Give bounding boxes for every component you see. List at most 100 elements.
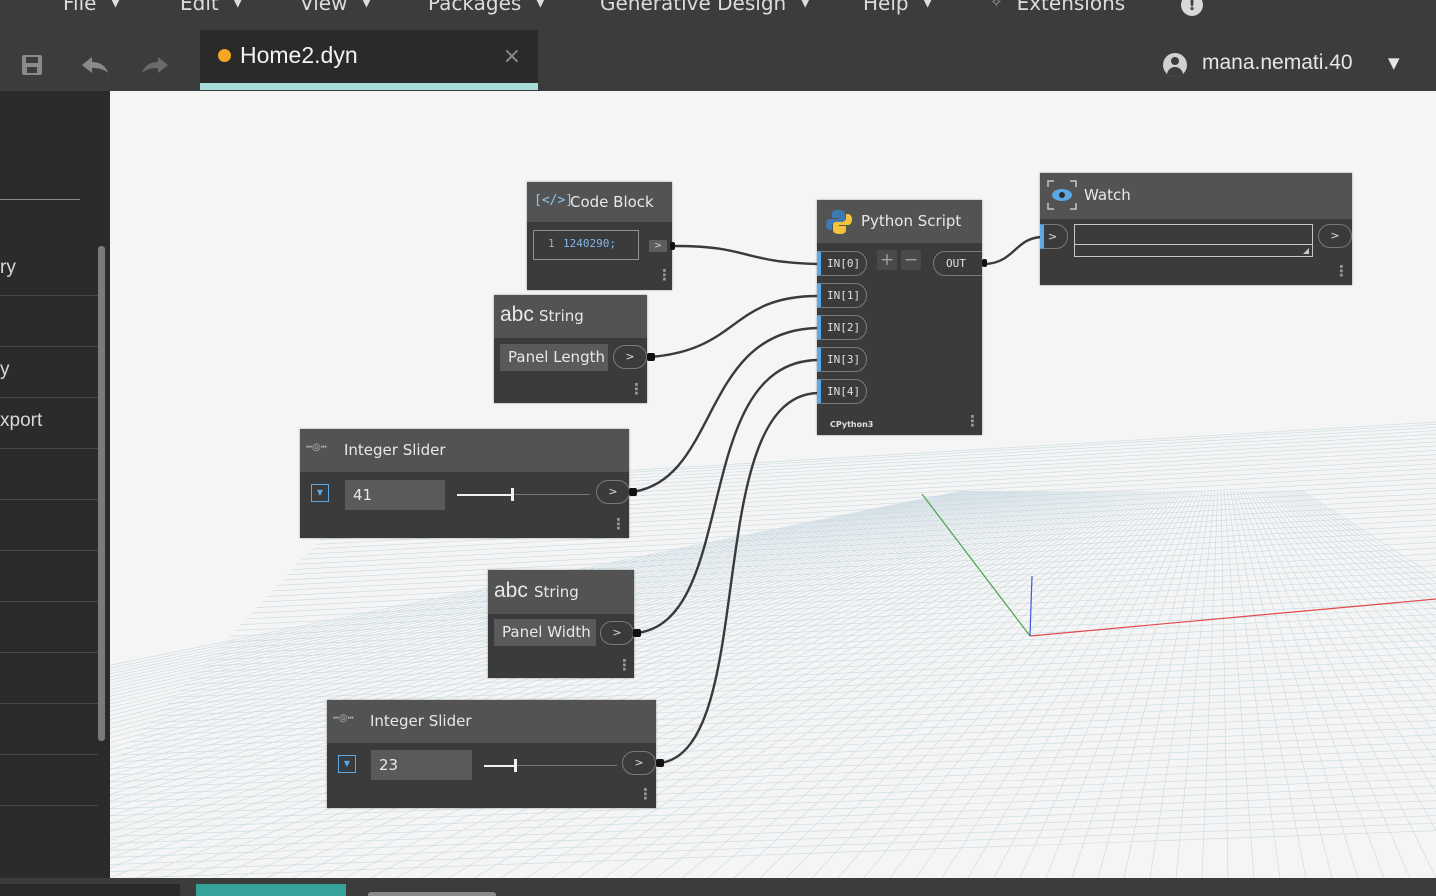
- node-header[interactable]: abc String: [494, 295, 647, 338]
- slider-thumb[interactable]: [511, 488, 514, 501]
- slider-track[interactable]: [484, 759, 617, 772]
- input-port-in3[interactable]: IN[3]: [817, 347, 867, 372]
- sidebar-item[interactable]: [0, 500, 98, 551]
- string-node-panel-width[interactable]: abc String Panel Width > ⋮: [488, 570, 641, 678]
- sidebar-item[interactable]: y: [0, 347, 98, 398]
- node-menu-icon[interactable]: ⋮: [1334, 262, 1349, 280]
- watch-output-display: [1074, 224, 1313, 257]
- watch-node[interactable]: Watch > > ⋮: [1040, 173, 1352, 285]
- output-connector[interactable]: [656, 759, 664, 767]
- chevron-down-icon: ▼: [232, 0, 243, 10]
- string-node-panel-length[interactable]: abc String Panel Length > ⋮: [494, 295, 655, 403]
- slider-value-input[interactable]: 41: [345, 480, 445, 510]
- code-block-node[interactable]: [</>] Code Block 1 1240290; > ⋮: [527, 182, 675, 290]
- node-header[interactable]: ┅◎┅ Integer Slider: [300, 429, 629, 472]
- user-icon[interactable]: [1163, 53, 1187, 77]
- redo-icon[interactable]: [140, 53, 170, 83]
- output-connector[interactable]: [647, 353, 655, 361]
- slider-icon: ┅◎┅: [306, 442, 327, 453]
- code-text: 1240290;: [563, 237, 616, 250]
- slider-value-input[interactable]: 23: [371, 750, 472, 780]
- output-connector[interactable]: [982, 259, 987, 267]
- menu-help-label: Help: [863, 0, 909, 15]
- sidebar-item[interactable]: [0, 449, 98, 500]
- node-header[interactable]: ┅◎┅ Integer Slider: [327, 700, 656, 743]
- menu-packages-label: Packages: [428, 0, 522, 15]
- sidebar-item[interactable]: [0, 653, 98, 704]
- menu-edit-label: Edit: [180, 0, 219, 15]
- user-name[interactable]: mana.nemati.40: [1202, 51, 1353, 75]
- sidebar-scrollbar[interactable]: [98, 246, 105, 741]
- sidebar-item[interactable]: [0, 755, 98, 806]
- menu-file[interactable]: File ▼: [63, 0, 120, 15]
- input-port-in1[interactable]: IN[1]: [817, 283, 867, 308]
- output-port[interactable]: >: [596, 480, 630, 504]
- output-connector[interactable]: [633, 629, 641, 637]
- expand-icon[interactable]: ▼: [338, 755, 356, 773]
- code-editor[interactable]: 1 1240290;: [533, 230, 639, 260]
- output-connector[interactable]: [629, 488, 637, 496]
- node-menu-icon[interactable]: ⋮: [617, 656, 632, 674]
- output-port[interactable]: >: [600, 621, 634, 645]
- run-button[interactable]: [196, 884, 346, 896]
- input-port-in4[interactable]: IN[4]: [817, 379, 867, 404]
- input-port-in2[interactable]: IN[2]: [817, 315, 867, 340]
- node-menu-icon[interactable]: ⋮: [657, 266, 672, 284]
- node-menu-icon[interactable]: ⋮: [638, 785, 653, 803]
- input-port[interactable]: >: [1040, 224, 1068, 249]
- sidebar-item[interactable]: [0, 296, 98, 347]
- sidebar-divider: [0, 199, 80, 200]
- sidebar-item[interactable]: ry: [0, 245, 98, 296]
- close-icon[interactable]: ×: [503, 44, 521, 69]
- integer-slider-node-2[interactable]: ┅◎┅ Integer Slider ▼ 23 > ⋮: [327, 700, 664, 808]
- sidebar-item[interactable]: [0, 602, 98, 653]
- input-port-in0[interactable]: IN[0]: [817, 251, 867, 276]
- node-header[interactable]: Watch: [1040, 173, 1352, 219]
- status-tab[interactable]: [368, 892, 496, 896]
- slider-thumb[interactable]: [514, 759, 517, 772]
- chevron-down-icon: ▼: [800, 0, 811, 10]
- expand-icon[interactable]: ▼: [311, 484, 329, 502]
- string-input[interactable]: Panel Length: [500, 344, 608, 371]
- output-port[interactable]: >: [649, 240, 667, 252]
- python-script-node[interactable]: Python Script IN[0] IN[1] IN[2] IN[3] IN…: [817, 200, 987, 435]
- menu-edit[interactable]: Edit ▼: [180, 0, 243, 15]
- node-title: Integer Slider: [344, 441, 446, 459]
- remove-input-button[interactable]: −: [901, 250, 921, 270]
- menu-file-label: File: [63, 0, 97, 15]
- sidebar-item[interactable]: [0, 551, 98, 602]
- chevron-down-icon[interactable]: ▼: [1388, 54, 1400, 72]
- menu-extensions[interactable]: ✧ Extensions: [990, 0, 1125, 15]
- output-port[interactable]: >: [622, 751, 656, 775]
- node-menu-icon[interactable]: ⋮: [629, 380, 644, 398]
- slider-track[interactable]: [457, 488, 590, 501]
- sidebar-item[interactable]: [0, 704, 98, 755]
- resize-grip-icon[interactable]: [1303, 248, 1309, 254]
- save-icon[interactable]: [20, 53, 44, 83]
- notification-icon[interactable]: !: [1181, 0, 1203, 16]
- node-header[interactable]: [</>] Code Block: [527, 182, 672, 222]
- integer-slider-node-1[interactable]: ┅◎┅ Integer Slider ▼ 41 > ⋮: [300, 429, 637, 538]
- menu-packages[interactable]: Packages ▼: [428, 0, 545, 15]
- node-header[interactable]: abc String: [488, 570, 634, 614]
- add-input-button[interactable]: +: [877, 250, 897, 270]
- output-connector[interactable]: [670, 242, 675, 250]
- status-segment: [0, 884, 180, 896]
- menu-generative-design[interactable]: Generative Design ▼: [600, 0, 810, 15]
- tab-home2[interactable]: Home2.dyn ×: [200, 30, 538, 90]
- node-menu-icon[interactable]: ⋮: [965, 412, 980, 430]
- menu-view[interactable]: View ▼: [300, 0, 371, 15]
- undo-icon[interactable]: [80, 53, 110, 83]
- library-sidebar: ry y xport: [0, 91, 110, 878]
- node-title: Integer Slider: [370, 712, 472, 730]
- output-port[interactable]: >: [613, 345, 647, 369]
- port-label: IN[4]: [827, 385, 861, 398]
- sidebar-item[interactable]: xport: [0, 398, 98, 449]
- output-port-out[interactable]: OUT: [933, 251, 982, 276]
- engine-label[interactable]: CPython3: [830, 420, 873, 429]
- menu-help[interactable]: Help ▼: [863, 0, 933, 15]
- string-input[interactable]: Panel Width: [494, 619, 596, 646]
- output-port[interactable]: >: [1318, 224, 1352, 248]
- node-header[interactable]: Python Script: [817, 200, 982, 243]
- node-menu-icon[interactable]: ⋮: [611, 515, 626, 533]
